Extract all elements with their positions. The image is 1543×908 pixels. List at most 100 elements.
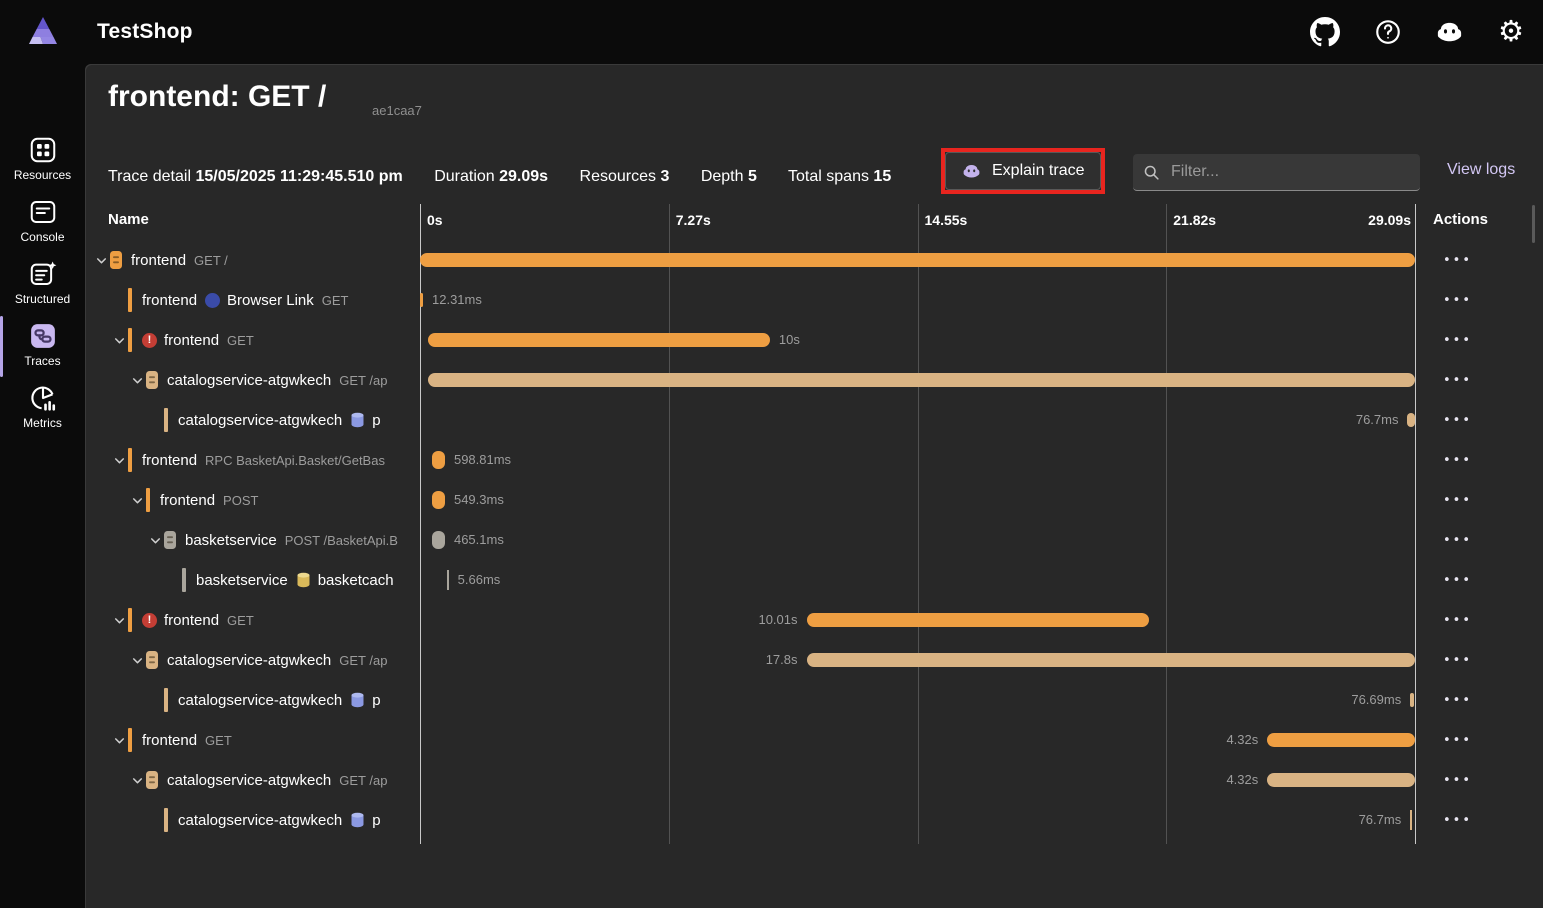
- sidebar-item-metrics[interactable]: Metrics: [0, 382, 85, 430]
- span-duration-bar[interactable]: [1410, 693, 1414, 707]
- view-logs-link[interactable]: View logs: [1447, 161, 1515, 179]
- trace-row: frontend GET 4.32s •••: [85, 720, 1543, 760]
- github-icon[interactable]: [1308, 15, 1342, 49]
- span-duration-bar[interactable]: [1267, 773, 1415, 787]
- more-actions-button[interactable]: •••: [1437, 409, 1478, 432]
- span-name: frontend: [142, 292, 197, 309]
- trace-row: frontendPOST549.3ms•••: [85, 480, 1543, 520]
- span-name: frontend: [142, 732, 197, 749]
- more-actions-button[interactable]: •••: [1437, 369, 1478, 392]
- filter-input[interactable]: [1169, 162, 1410, 182]
- timeline-tick-label: 14.55s: [925, 200, 968, 240]
- chevron-down-icon[interactable]: [128, 494, 146, 507]
- more-actions-button[interactable]: •••: [1437, 809, 1478, 832]
- timeline-cell: [420, 240, 1415, 280]
- duration-label: 17.8s: [766, 640, 798, 680]
- filter-searchbox[interactable]: [1133, 154, 1420, 191]
- actions-cell: •••: [1415, 680, 1543, 720]
- timeline-tick-label: 21.82s: [1173, 200, 1216, 240]
- trace-row: frontendGET / •••: [85, 240, 1543, 280]
- database-icon: [350, 412, 365, 428]
- resource-color-swatch: [128, 608, 132, 632]
- traces-icon: [0, 320, 85, 352]
- more-actions-button[interactable]: •••: [1437, 329, 1478, 352]
- more-actions-button[interactable]: •••: [1437, 729, 1478, 752]
- chevron-down-icon[interactable]: [128, 774, 146, 787]
- timeline-cell: 4.32s: [420, 720, 1415, 760]
- span-duration-bar[interactable]: [807, 653, 1415, 667]
- span-duration-tick[interactable]: [1410, 810, 1412, 830]
- chevron-down-icon[interactable]: [128, 374, 146, 387]
- total-spans-value: 15: [873, 168, 891, 185]
- duration-value: 29.09s: [499, 168, 548, 185]
- trace-row: frontendRPC BasketApi.Basket/GetBas598.8…: [85, 440, 1543, 480]
- span-detail: POST: [223, 493, 258, 508]
- span-duration-marker[interactable]: [432, 531, 445, 549]
- resource-color-swatch: [164, 408, 168, 432]
- resources-label: Resources: [580, 168, 656, 185]
- timeline-cell: 10.01s: [420, 600, 1415, 640]
- more-actions-button[interactable]: •••: [1437, 769, 1478, 792]
- chevron-down-icon[interactable]: [110, 334, 128, 347]
- structured-logs-icon: [0, 258, 85, 290]
- sidebar-item-traces[interactable]: Traces: [0, 320, 85, 368]
- chevron-down-icon[interactable]: [110, 454, 128, 467]
- chevron-down-icon[interactable]: [146, 534, 164, 547]
- more-actions-button[interactable]: •••: [1437, 489, 1478, 512]
- span-duration-bar[interactable]: [1407, 413, 1415, 427]
- sidebar-item-structured[interactable]: Structured: [0, 258, 85, 306]
- sidebar-item-label: Structured: [0, 292, 85, 306]
- total-spans-label: Total spans: [788, 168, 869, 185]
- chevron-down-icon[interactable]: [110, 734, 128, 747]
- resource-icon: [110, 251, 122, 269]
- trace-id: ae1caa7: [372, 103, 422, 118]
- explain-trace-button[interactable]: Explain trace: [945, 152, 1101, 190]
- sidebar-item-console[interactable]: Console: [0, 196, 85, 244]
- span-duration-bar[interactable]: [807, 613, 1149, 627]
- more-actions-button[interactable]: •••: [1437, 249, 1478, 272]
- more-actions-button[interactable]: •••: [1437, 609, 1478, 632]
- more-actions-button[interactable]: •••: [1437, 529, 1478, 552]
- span-name-cell: catalogservice-atgwkechGET /ap: [85, 640, 420, 680]
- more-actions-button[interactable]: •••: [1437, 449, 1478, 472]
- span-duration-bar[interactable]: [428, 373, 1415, 387]
- chevron-down-icon[interactable]: [128, 654, 146, 667]
- span-duration-bar[interactable]: [428, 333, 770, 347]
- span-duration-bar[interactable]: [1267, 733, 1415, 747]
- span-name-cell: frontendGET /: [85, 240, 420, 280]
- top-bar: TestShop ⚙: [0, 0, 1543, 64]
- span-duration-tick[interactable]: [447, 570, 449, 590]
- timeline-cell: 76.69ms: [420, 680, 1415, 720]
- trace-row: catalogservice-atgwkechp76.69ms•••: [85, 680, 1543, 720]
- settings-gear-icon[interactable]: ⚙: [1494, 15, 1528, 49]
- timeline-cell: 598.81ms: [420, 440, 1415, 480]
- more-actions-button[interactable]: •••: [1437, 689, 1478, 712]
- more-actions-button[interactable]: •••: [1437, 649, 1478, 672]
- scrollbar-thumb[interactable]: [1532, 205, 1535, 243]
- chevron-down-icon[interactable]: [92, 254, 110, 267]
- trace-row: frontendBrowser LinkGET12.31ms•••: [85, 280, 1543, 320]
- span-duration-bar[interactable]: [420, 293, 423, 307]
- chevron-down-icon[interactable]: [110, 614, 128, 627]
- span-name: catalogservice-atgwkech: [178, 692, 342, 709]
- actions-cell: •••: [1415, 640, 1543, 680]
- more-actions-button[interactable]: •••: [1437, 569, 1478, 592]
- duration-label: 598.81ms: [454, 440, 511, 480]
- resource-icon: [146, 371, 158, 389]
- actions-cell: •••: [1415, 240, 1543, 280]
- span-duration-marker[interactable]: [432, 451, 445, 469]
- resource-color-swatch: [164, 808, 168, 832]
- help-icon[interactable]: [1371, 15, 1405, 49]
- more-actions-button[interactable]: •••: [1437, 289, 1478, 312]
- span-duration-bar[interactable]: [420, 253, 1415, 267]
- duration-label: 465.1ms: [454, 520, 504, 560]
- span-duration-marker[interactable]: [432, 491, 445, 509]
- timeline-tick-label: 0s: [427, 200, 443, 240]
- resource-color-swatch: [128, 448, 132, 472]
- duration-label: 4.32s: [1226, 720, 1258, 760]
- timeline-cell: 12.31ms: [420, 280, 1415, 320]
- sidebar-item-resources[interactable]: Resources: [0, 134, 85, 182]
- copilot-icon[interactable]: [1432, 15, 1466, 49]
- span-detail: GET: [205, 733, 232, 748]
- span-name: catalogservice-atgwkech: [167, 652, 331, 669]
